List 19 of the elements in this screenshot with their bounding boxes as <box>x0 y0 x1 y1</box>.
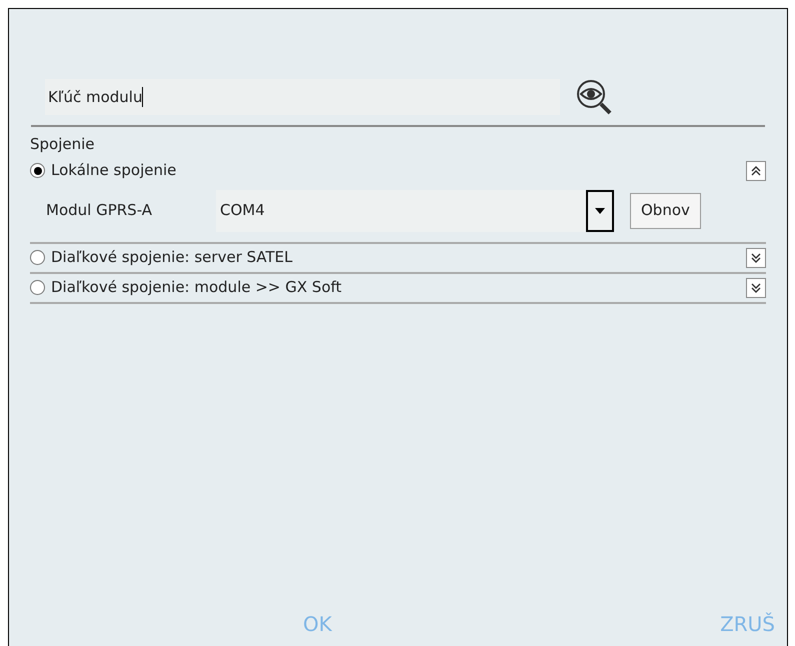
double-chevron-down-icon <box>751 252 761 262</box>
port-dropdown[interactable]: COM4 <box>216 190 614 232</box>
radio-label: Diaľkové spojenie: server SATEL <box>51 247 294 268</box>
radio-button[interactable] <box>30 163 45 178</box>
module-label: Modul GPRS-A <box>46 200 154 222</box>
text-cursor <box>142 87 144 107</box>
radio-button[interactable] <box>30 280 45 295</box>
key-label: Kľúč modulu <box>48 86 142 108</box>
collapse-button[interactable] <box>746 160 766 180</box>
section-title: Spojenie <box>30 134 96 155</box>
key-field[interactable]: Kľúč modulu <box>45 79 560 115</box>
expand-button[interactable] <box>746 248 766 268</box>
radio-button[interactable] <box>30 250 45 265</box>
radio-label: Lokálne spojenie <box>51 160 178 182</box>
refresh-button[interactable]: Obnov <box>630 192 701 228</box>
double-chevron-down-icon <box>751 282 761 292</box>
expand-button[interactable] <box>746 278 766 298</box>
radio-label: Diaľkové spojenie: module >> GX Soft <box>51 277 343 298</box>
double-chevron-up-icon <box>751 166 761 176</box>
